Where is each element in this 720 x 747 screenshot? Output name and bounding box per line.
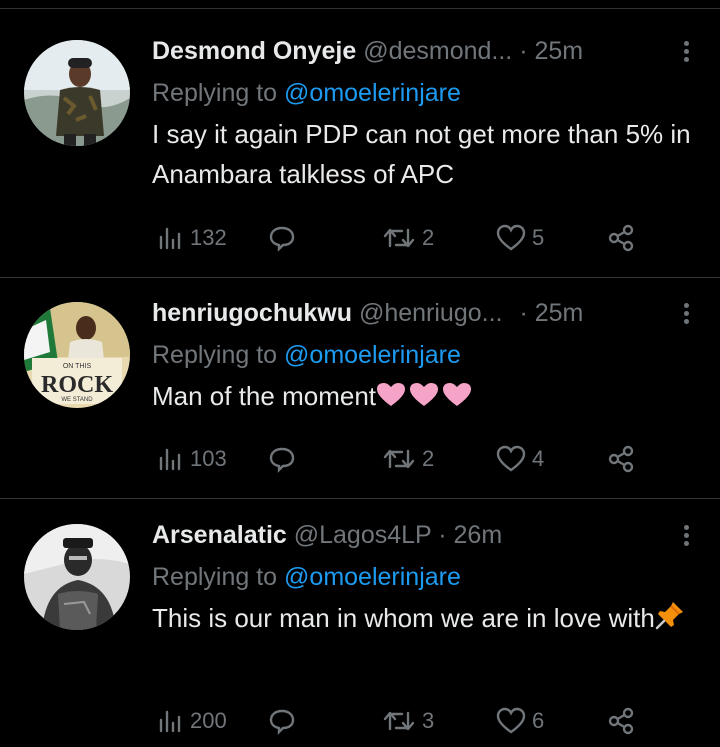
retweet-icon	[383, 711, 415, 731]
display-name[interactable]: Arsenalatic	[152, 521, 287, 549]
tweet-text-content: Man of the moment	[152, 381, 376, 411]
tweet-divider	[0, 498, 720, 499]
retweet-count: 3	[422, 708, 435, 733]
replying-to: Replying to @omoelerinjare	[152, 338, 692, 372]
like-icon	[496, 224, 526, 251]
heart-emoji	[376, 379, 472, 419]
timestamp[interactable]: · 25m	[519, 299, 583, 327]
retweet-button[interactable]: 2	[382, 220, 434, 256]
avatar-text-bottom: WE STAND	[61, 397, 93, 403]
like-count: 5	[532, 225, 545, 250]
replying-to: Replying to @omoelerinjare	[152, 560, 692, 594]
reply-button[interactable]	[268, 441, 296, 477]
tweet-header: Desmond Onyeje @desmond... · 25m	[152, 34, 692, 68]
more-icon[interactable]	[680, 38, 692, 66]
like-icon	[496, 445, 526, 472]
share-button[interactable]	[606, 441, 636, 477]
share-button[interactable]	[606, 220, 636, 256]
tweet-text: Man of the moment	[152, 376, 692, 419]
views-icon	[159, 448, 181, 471]
user-handle[interactable]: @desmond...	[363, 37, 512, 65]
reply-icon	[269, 447, 295, 473]
retweet-count: 2	[422, 446, 435, 471]
pushpin-emoji	[655, 600, 685, 641]
tweet-actions: 200 3 6	[158, 703, 678, 739]
avatar-text-top: ON THIS	[63, 363, 92, 370]
tweet-divider	[0, 277, 720, 278]
retweet-button[interactable]: 3	[382, 703, 434, 739]
like-count: 6	[532, 708, 545, 733]
retweet-icon	[383, 228, 415, 248]
mention-link[interactable]: @omoelerinjare	[284, 79, 461, 107]
reply-icon	[269, 709, 295, 735]
mention-link[interactable]: @omoelerinjare	[284, 341, 461, 369]
views-icon	[159, 227, 181, 250]
reply-button[interactable]	[268, 220, 296, 256]
tweet-header: henriugochukwu @henriugo... · 25m	[152, 296, 692, 330]
like-button[interactable]: 6	[496, 703, 544, 739]
views-button[interactable]: 200	[158, 703, 227, 739]
tweet-header: Arsenalatic @Lagos4LP · 26m	[152, 518, 692, 552]
user-handle[interactable]: @Lagos4LP	[294, 521, 432, 549]
share-icon	[608, 224, 634, 252]
replying-to: Replying to @omoelerinjare	[152, 76, 692, 110]
top-divider	[0, 8, 720, 9]
mention-link[interactable]: @omoelerinjare	[284, 563, 461, 591]
like-count: 4	[532, 446, 545, 471]
replying-label: Replying to	[152, 563, 285, 591]
tweet-actions: 103 2 4	[158, 441, 678, 477]
like-button[interactable]: 5	[496, 220, 544, 256]
avatar[interactable]	[24, 40, 130, 146]
tweet-actions: 132 2 5	[158, 220, 678, 256]
display-name[interactable]: Desmond Onyeje	[152, 37, 356, 65]
views-count: 200	[190, 708, 227, 733]
tweet-text-content: This is our man in whom we are in love w…	[152, 603, 655, 633]
retweet-icon	[383, 449, 415, 469]
like-icon	[496, 707, 526, 734]
reply-icon	[269, 226, 295, 252]
tweet-text: This is our man in whom we are in love w…	[152, 598, 692, 641]
avatar[interactable]: ON THIS ROCK WE STAND	[24, 302, 130, 408]
avatar-text-main: ROCK	[41, 372, 113, 398]
timestamp[interactable]: · 25m	[519, 37, 583, 65]
avatar[interactable]	[24, 524, 130, 630]
views-button[interactable]: 103	[158, 441, 227, 477]
reply-button[interactable]	[268, 703, 296, 739]
user-handle[interactable]: @henriugo...	[359, 299, 503, 327]
views-count: 132	[190, 225, 227, 250]
more-icon[interactable]	[680, 300, 692, 328]
share-icon	[608, 445, 634, 473]
retweet-button[interactable]: 2	[382, 441, 434, 477]
share-button[interactable]	[606, 703, 636, 739]
views-button[interactable]: 132	[158, 220, 227, 256]
more-icon[interactable]	[680, 522, 692, 550]
views-icon	[159, 710, 181, 733]
like-button[interactable]: 4	[496, 441, 544, 477]
replying-label: Replying to	[152, 341, 285, 369]
retweet-count: 2	[422, 225, 435, 250]
timestamp[interactable]: · 26m	[438, 521, 502, 549]
tweet-text: I say it again PDP can not get more than…	[152, 119, 691, 189]
share-icon	[608, 707, 634, 735]
display-name[interactable]: henriugochukwu	[152, 299, 352, 327]
views-count: 103	[190, 446, 227, 471]
replying-label: Replying to	[152, 79, 285, 107]
